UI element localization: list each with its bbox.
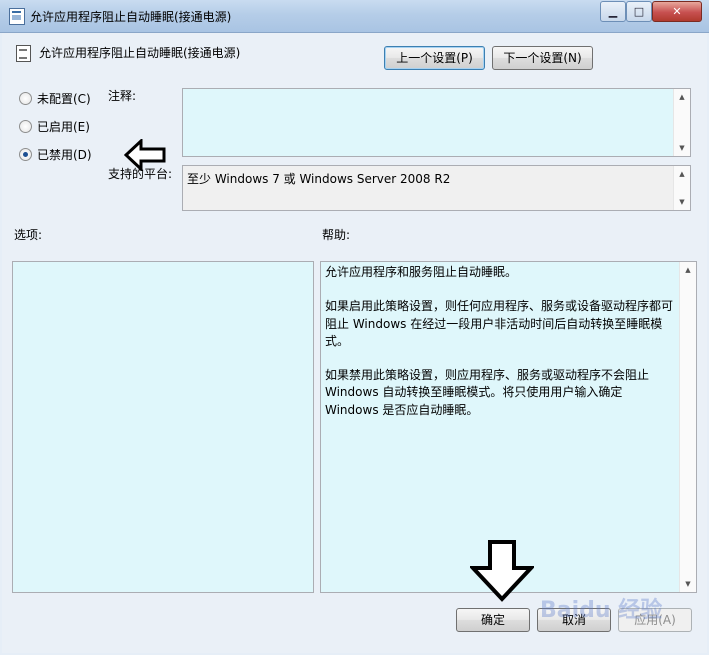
close-button[interactable]: ✕ <box>652 1 702 22</box>
left-arrow-icon <box>124 139 166 171</box>
platform-scrollbar[interactable]: ▲ ▼ <box>673 166 690 210</box>
help-label: 帮助: <box>322 228 351 242</box>
ok-button[interactable]: 确定 <box>456 608 530 632</box>
radio-label: 已启用(E) <box>37 120 90 134</box>
comment-label: 注释: <box>108 89 137 103</box>
radio-label: 未配置(C) <box>37 92 91 106</box>
help-paragraph: 如果禁用此策略设置，则应用程序、服务或驱动程序不会阻止 Windows 自动转换… <box>325 368 650 417</box>
help-paragraph: 如果启用此策略设置，则任何应用程序、服务或设备驱动程序都可阻止 Windows … <box>325 299 674 348</box>
radio-label: 已禁用(D) <box>37 148 92 162</box>
policy-icon <box>9 8 25 25</box>
scroll-down-icon[interactable]: ▼ <box>674 140 690 156</box>
help-paragraph: 允许应用程序和服务阻止自动睡眠。 <box>325 265 518 279</box>
setting-title: 允许应用程序阻止自动睡眠(接通电源) <box>39 46 241 60</box>
scroll-up-icon[interactable]: ▲ <box>674 89 690 105</box>
scroll-up-icon[interactable]: ▲ <box>674 166 690 182</box>
maximize-button[interactable]: □ <box>626 1 652 22</box>
radio-button[interactable] <box>19 92 32 105</box>
window-title: 允许应用程序阻止自动睡眠(接通电源) <box>30 10 232 24</box>
down-arrow-icon <box>470 540 534 602</box>
radio-button-selected[interactable] <box>19 148 32 161</box>
scroll-up-icon[interactable]: ▲ <box>680 262 696 278</box>
scroll-down-icon[interactable]: ▼ <box>680 576 696 592</box>
options-panel <box>12 261 314 593</box>
scroll-down-icon[interactable]: ▼ <box>674 194 690 210</box>
radio-button[interactable] <box>19 120 32 133</box>
setting-icon <box>16 45 31 62</box>
dialog-body: 允许应用程序阻止自动睡眠(接通电源) 上一个设置(P) 下一个设置(N) 未配置… <box>2 33 707 653</box>
comment-textarea[interactable]: ▲ ▼ <box>182 88 691 157</box>
title-bar[interactable]: 允许应用程序阻止自动睡眠(接通电源) ▁ □ ✕ <box>0 0 709 33</box>
watermark: Baidu 经验 <box>540 598 663 623</box>
platform-value: 至少 Windows 7 或 Windows Server 2008 R2 <box>187 172 451 186</box>
help-text: 允许应用程序和服务阻止自动睡眠。 如果启用此策略设置，则任何应用程序、服务或设备… <box>325 264 676 436</box>
minimize-button[interactable]: ▁ <box>600 1 626 22</box>
help-scrollbar[interactable]: ▲ ▼ <box>679 262 696 592</box>
platform-field: 至少 Windows 7 或 Windows Server 2008 R2 ▲ … <box>182 165 691 211</box>
options-label: 选项: <box>14 228 43 242</box>
comment-scrollbar[interactable]: ▲ ▼ <box>673 89 690 156</box>
next-setting-button[interactable]: 下一个设置(N) <box>492 46 593 70</box>
previous-setting-button[interactable]: 上一个设置(P) <box>384 46 485 70</box>
